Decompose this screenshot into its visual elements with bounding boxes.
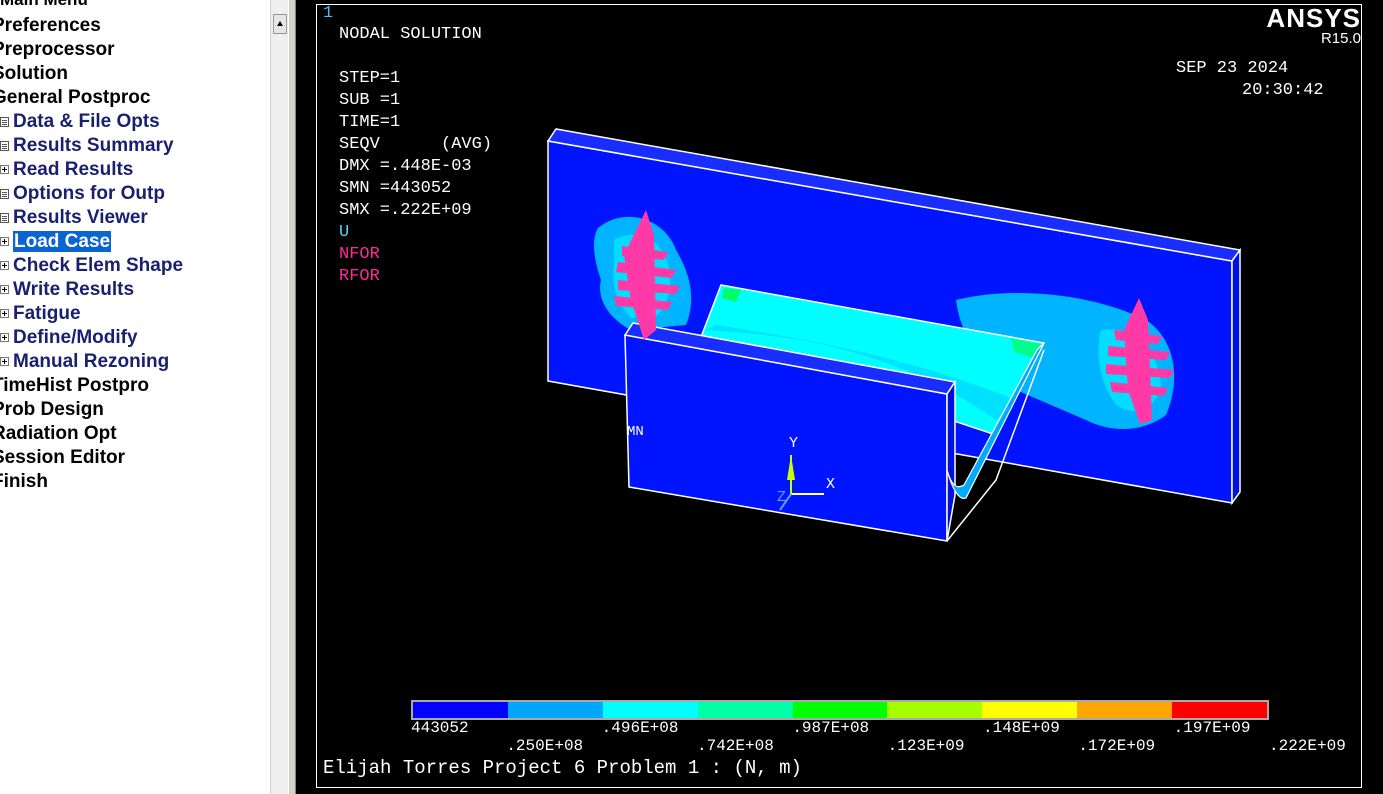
tree-item-label: Check Elem Shape [13, 255, 184, 276]
graphics-window[interactable]: 1 ANSYS R15.0 NODAL SOLUTION STEP=1 SUB =1… [296, 0, 1383, 794]
tree-item[interactable]: Data & File Opts [13, 110, 160, 134]
triad-z-label: Z [777, 489, 787, 506]
tree-item[interactable]: Radiation Opt [0, 422, 117, 446]
tree-item[interactable]: Fatigue [13, 302, 81, 326]
tree-item[interactable]: Solution [0, 62, 68, 86]
tree-item-label: Finish [0, 471, 48, 492]
doc-icon[interactable] [0, 213, 9, 223]
tree-scrollbar[interactable] [270, 0, 289, 794]
contour-label-bottom: .222E+09 [1269, 737, 1346, 755]
contour-label-top: 443052 [411, 719, 469, 737]
contour-label-top: .496E+08 [601, 719, 679, 737]
contour-label-top: .148E+09 [983, 719, 1060, 737]
triad-x-label: X [826, 476, 836, 493]
tree-item-label: Preprocessor [0, 39, 115, 60]
tree-item-label: Options for Outp [13, 183, 165, 204]
min-marker: MN [627, 424, 644, 440]
tree-item[interactable]: Results Viewer [13, 206, 148, 230]
tree-item-label: TimeHist Postpro [0, 375, 149, 396]
tree-item-label: Results Summary [13, 135, 174, 156]
tree-item[interactable]: Manual Rezoning [13, 350, 169, 374]
contour-segment [697, 702, 793, 718]
tree-item[interactable]: Options for Outp [13, 182, 165, 206]
pane-splitter[interactable] [288, 0, 296, 794]
back-plate-side [1231, 247, 1241, 506]
expand-icon[interactable] [0, 357, 9, 366]
contour-segment [792, 702, 888, 718]
tree-item[interactable]: Prob Design [0, 398, 104, 422]
expand-icon[interactable] [0, 165, 9, 174]
plot-title-footer: Elijah Torres Project 6 Problem 1 : (N, … [323, 757, 802, 779]
front-flange-right [946, 379, 956, 542]
tree-item[interactable]: TimeHist Postpro [0, 374, 149, 398]
tree-item-label: Data & File Opts [13, 111, 160, 132]
contour-label-bottom: .250E+08 [506, 737, 584, 755]
tree-item-label: Session Editor [0, 447, 126, 468]
tree-item-label: Manual Rezoning [13, 351, 170, 372]
expand-icon[interactable] [0, 261, 9, 270]
tree-item[interactable]: Finish [0, 470, 48, 494]
tree-item[interactable]: Preferences [0, 14, 101, 38]
contour-color-bar [411, 700, 1269, 720]
contour-segment [1172, 702, 1268, 718]
expand-icon[interactable] [0, 333, 9, 342]
contour-segment [507, 702, 603, 718]
tree-item-label: Results Viewer [13, 207, 148, 228]
contour-segment [413, 702, 508, 718]
tree-item-label: Load Case [13, 231, 112, 252]
tree-item[interactable]: Load Case [13, 230, 112, 254]
expand-icon[interactable] [0, 237, 9, 246]
contour-segment [602, 702, 698, 718]
expand-icon[interactable] [0, 285, 9, 294]
tree-item-label: Fatigue [13, 303, 81, 324]
main-menu-tree: Main Menu Preferences Preprocessor Solutio… [0, 0, 290, 794]
scroll-up-icon[interactable] [273, 14, 287, 34]
tree-item-label: Radiation Opt [0, 423, 117, 444]
contour-segment [1077, 702, 1173, 718]
doc-icon[interactable] [0, 189, 9, 199]
main-menu-title: Main Menu [0, 0, 88, 10]
tree-item[interactable]: Results Summary [13, 134, 174, 158]
contour-label-bottom: .123E+09 [887, 737, 965, 755]
tree-item[interactable]: General Postproc [0, 86, 150, 110]
contour-segment [887, 702, 983, 718]
tree-item-label: Prob Design [0, 399, 104, 420]
tree-item[interactable]: Check Elem Shape [13, 254, 183, 278]
contour-label-bottom: .742E+08 [697, 737, 774, 755]
fe-model-plot [546, 128, 1242, 542]
tree-item-label: Preferences [0, 15, 101, 36]
doc-icon[interactable] [0, 117, 9, 127]
tree-item[interactable]: Preprocessor [0, 38, 115, 62]
tree-item-label: Write Results [13, 279, 135, 300]
contour-segment [982, 702, 1078, 718]
tree-item-label: Solution [0, 63, 68, 84]
tree-item[interactable]: Define/Modify [13, 326, 138, 350]
tree-item[interactable]: Write Results [13, 278, 134, 302]
triad-y-label: Y [789, 435, 799, 452]
expand-icon[interactable] [0, 309, 9, 318]
tree-item[interactable]: Session Editor [0, 446, 125, 470]
tree-item[interactable]: Read Results [13, 158, 133, 182]
contour-label-bottom: .172E+09 [1078, 737, 1156, 755]
doc-icon[interactable] [0, 141, 9, 151]
tree-item-label: General Postproc [0, 87, 151, 108]
contour-label-top: .987E+08 [792, 719, 870, 737]
contour-label-top: .197E+09 [1173, 719, 1251, 737]
tree-item-label: Define/Modify [13, 327, 138, 348]
tree-item-label: Read Results [13, 159, 134, 180]
